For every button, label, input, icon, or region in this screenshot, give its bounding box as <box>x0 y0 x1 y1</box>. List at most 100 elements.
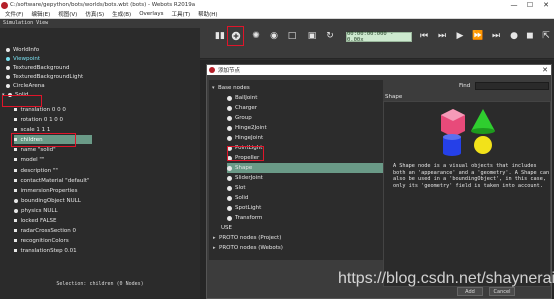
field-label: rotation 0 1 0 0 <box>20 116 64 123</box>
view-icon[interactable]: ◉ <box>268 30 280 42</box>
share-icon[interactable]: ⇱ <box>540 30 552 42</box>
revert-icon[interactable]: ↻ <box>324 30 336 42</box>
node-label: Slot <box>235 185 246 191</box>
node-icon <box>227 185 232 191</box>
dialog-title: 添加节点 <box>218 68 241 74</box>
field-boundingobject[interactable]: boundingObject NULL <box>14 196 81 205</box>
field-icon <box>14 219 17 222</box>
animation-icon[interactable]: ✺ <box>250 30 262 42</box>
field-model[interactable]: model "" <box>14 155 44 164</box>
shape-highlight <box>227 146 264 161</box>
expand-arrow-icon[interactable]: ▸ <box>213 235 218 241</box>
main-toolbar: ▮▮ ✺ ◉ □ ▣ ↻ 00:00:00:000 - 0.00x ⏮ ⏭ ▶ … <box>200 19 554 59</box>
node-label: Shape <box>235 165 253 171</box>
record-icon[interactable]: ● <box>508 30 520 42</box>
field-label: boundingObject NULL <box>21 197 81 204</box>
node-icon <box>6 83 10 88</box>
group-label: PROTO nodes (Project) <box>219 235 282 241</box>
menu-tools[interactable]: 工具(T) <box>171 10 190 18</box>
dialog-close-icon[interactable]: ✕ <box>542 65 548 75</box>
node-label: SliderJoint <box>235 175 263 181</box>
field-contactmaterial[interactable]: contactMaterial "default" <box>14 176 90 185</box>
node-item-solid[interactable]: Solid <box>227 193 248 203</box>
menu-edit[interactable]: 编辑(E) <box>31 10 50 18</box>
node-item-sliderjoint[interactable]: SliderJoint <box>227 173 263 183</box>
node-icon <box>227 95 232 101</box>
node-label: Transform <box>235 215 263 221</box>
field-immersionproperties[interactable]: immersionProperties <box>14 186 77 195</box>
node-list: ▾ Base nodes BallJoint Charger Group Hing… <box>209 80 383 260</box>
add-button[interactable]: Add <box>457 287 483 296</box>
menu-build[interactable]: 生成(B) <box>112 10 131 18</box>
step-back-icon[interactable]: ⏮ <box>418 30 430 42</box>
node-item-charger[interactable]: Charger <box>227 103 257 113</box>
maximize-icon[interactable]: ☐ <box>522 0 538 10</box>
find-input[interactable] <box>475 82 549 90</box>
field-translationstep[interactable]: translationStep 0.01 <box>14 246 77 255</box>
movie-icon[interactable]: ◼ <box>524 30 536 42</box>
field-icon <box>14 208 18 213</box>
node-item-hinge2joint[interactable]: Hinge2Joint <box>227 123 267 133</box>
close-icon[interactable]: ✕ <box>538 0 554 10</box>
proto-project-group[interactable]: ▸ PROTO nodes (Project) <box>213 233 281 243</box>
node-icon <box>6 74 10 79</box>
selection-status: Selection: children (0 Nodes) <box>0 280 200 289</box>
menu-view[interactable]: 视图(V) <box>58 10 77 18</box>
tree-node-viewpoint[interactable]: Viewpoint <box>6 54 40 63</box>
fast-icon[interactable]: ⏩ <box>472 30 484 42</box>
menu-file[interactable]: 文件(F) <box>5 10 23 18</box>
minimize-icon[interactable]: — <box>506 0 522 10</box>
use-group[interactable]: USE <box>221 223 232 233</box>
play-icon[interactable]: ▶ <box>454 30 466 42</box>
node-item-shape[interactable]: Shape <box>227 163 383 173</box>
field-label: translationStep 0.01 <box>20 247 77 254</box>
base-nodes-group[interactable]: ▾ Base nodes <box>212 83 250 93</box>
window-controls: — ☐ ✕ <box>506 0 554 10</box>
node-item-transform[interactable]: Transform <box>227 213 262 223</box>
fastest-icon[interactable]: ⏭ <box>490 30 502 42</box>
tree-node-circlearena[interactable]: CircleArena <box>6 81 45 90</box>
window-titlebar: C:/software/gepython/bots/worlds/bots.wb… <box>0 0 554 10</box>
proto-webots-group[interactable]: ▸ PROTO nodes (Webots) <box>213 243 283 253</box>
node-item-spotlight[interactable]: SpotLight <box>227 203 261 213</box>
node-item-group[interactable]: Group <box>227 113 252 123</box>
expand-arrow-icon[interactable]: ▸ <box>213 245 218 251</box>
shape-preview-image <box>441 109 495 156</box>
menu-overlays[interactable]: Overlays <box>139 11 163 17</box>
field-label: scale 1 1 1 <box>20 126 51 133</box>
field-radarcrosssection[interactable]: radarCrossSection 0 <box>14 226 76 235</box>
field-physics[interactable]: physics NULL <box>14 206 58 215</box>
menu-bar: 文件(F) 编辑(E) 视图(V) 仿真(S) 生成(B) Overlays 工… <box>0 10 554 19</box>
expand-arrow-icon[interactable]: ▾ <box>212 85 217 91</box>
tree-node-texturedbackgroundlight[interactable]: TexturedBackgroundLight <box>6 72 83 81</box>
node-label: TexturedBackgroundLight <box>13 73 84 80</box>
field-description[interactable]: description "" <box>14 166 58 175</box>
add-node-highlight <box>227 26 244 46</box>
save-world-icon[interactable]: ▣ <box>306 30 318 42</box>
tree-node-worldinfo[interactable]: WorldInfo <box>6 45 39 54</box>
node-label: HingeJoint <box>235 135 264 141</box>
tree-node-texturedbackground[interactable]: TexturedBackground <box>6 63 69 72</box>
cancel-button[interactable]: Cancel <box>489 287 515 296</box>
node-item-slot[interactable]: Slot <box>227 183 246 193</box>
window-title: C:/software/gepython/bots/worlds/bots.wb… <box>10 2 196 8</box>
field-rotation[interactable]: rotation 0 1 0 0 <box>14 115 63 124</box>
node-item-balljoint[interactable]: BallJoint <box>227 93 257 103</box>
panel-toggle-icon[interactable]: ▮▮ <box>214 30 226 42</box>
menu-help[interactable]: 帮助(H) <box>198 10 217 18</box>
step-icon[interactable]: ⏭ <box>436 30 448 42</box>
node-icon <box>227 135 232 141</box>
field-label: recognitionColors <box>20 237 69 244</box>
menu-simulation[interactable]: 仿真(S) <box>85 10 104 18</box>
children-highlight <box>11 133 76 147</box>
field-icon <box>14 118 17 121</box>
open-world-icon[interactable]: □ <box>286 30 298 42</box>
node-label: SpotLight <box>235 205 262 211</box>
node-item-hingejoint[interactable]: HingeJoint <box>227 133 263 143</box>
scene-tree: WorldInfo Viewpoint TexturedBackground T… <box>0 28 200 299</box>
webots-app-icon <box>209 67 215 73</box>
field-locked[interactable]: locked FALSE <box>14 216 56 225</box>
node-icon <box>227 105 232 111</box>
field-label: name "solid" <box>20 146 56 153</box>
field-recognitioncolors[interactable]: recognitionColors <box>14 236 69 245</box>
